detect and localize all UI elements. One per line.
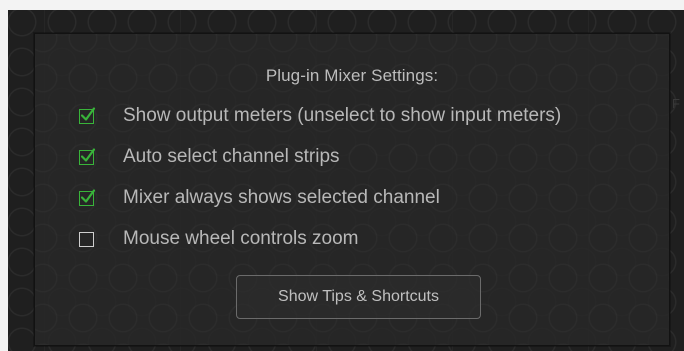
background-edge-letter: F (672, 96, 680, 111)
option-auto-select-channel-strips[interactable]: Auto select channel strips (79, 144, 340, 170)
option-show-output-meters[interactable]: Show output meters (unselect to show inp… (79, 103, 561, 129)
option-label: Show output meters (unselect to show inp… (123, 105, 562, 126)
checkmark-icon (80, 106, 96, 121)
option-mixer-shows-selected-channel[interactable]: Mixer always shows selected channel (79, 185, 440, 211)
show-output-meters-checkbox[interactable] (79, 106, 96, 124)
show-tips-shortcuts-button[interactable]: Show Tips & Shortcuts (236, 275, 481, 319)
option-label: Mixer always shows selected channel (123, 187, 440, 208)
checkmark-icon (80, 188, 96, 203)
mouse-wheel-zoom-checkbox[interactable] (79, 231, 94, 247)
checkmark-icon (80, 147, 96, 162)
mixer-shows-selected-channel-checkbox[interactable] (79, 188, 96, 206)
option-mouse-wheel-zoom[interactable]: Mouse wheel controls zoom (79, 226, 359, 252)
option-label: Auto select channel strips (123, 146, 340, 167)
plugin-mixer-settings-panel: Plug-in Mixer Settings: Show output mete… (34, 33, 670, 346)
settings-title: Plug-in Mixer Settings: (265, 66, 439, 85)
option-label: Mouse wheel controls zoom (123, 228, 359, 249)
auto-select-channel-strips-checkbox[interactable] (79, 147, 96, 165)
